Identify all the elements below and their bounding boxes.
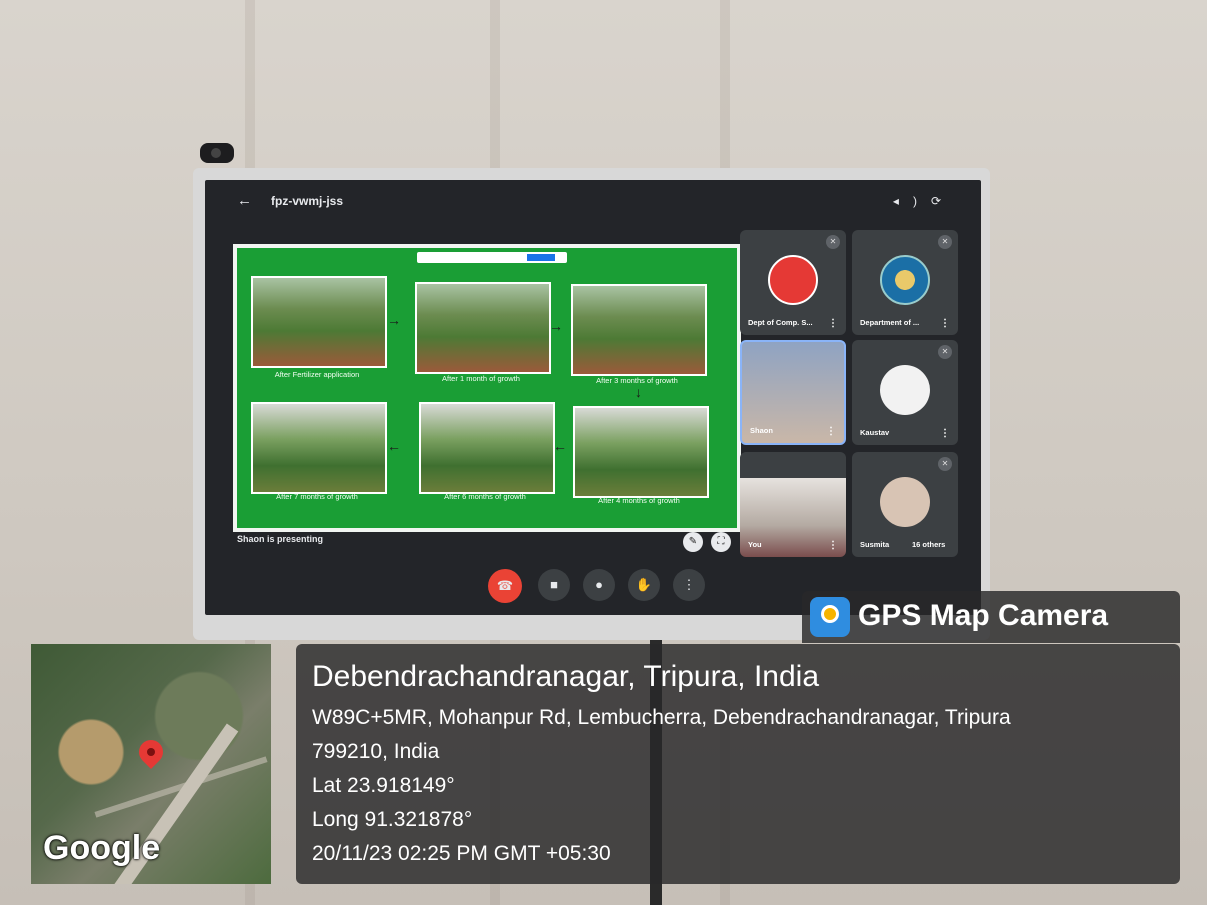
mic-off-icon: ✕	[938, 235, 952, 249]
participant-name: Susmita	[860, 540, 890, 549]
participant-name: Kaustav	[860, 428, 890, 437]
slide-caption: After Fertilizer application	[274, 370, 360, 379]
webcam	[200, 143, 234, 163]
address-line: W89C+5MR, Mohanpur Rd, Lembucherra, Debe…	[312, 706, 1011, 729]
meeting-code[interactable]: fpz-vwmj-jss	[271, 194, 343, 208]
slide-caption: After 7 months of growth	[276, 492, 358, 501]
more-options-button[interactable]: ⋮	[673, 569, 705, 601]
participant-name: Department of ...	[860, 318, 920, 327]
mic-off-icon: ✕	[826, 235, 840, 249]
slide-photo	[415, 282, 551, 374]
brand-name: GPS Map Camera	[858, 599, 1109, 632]
participant-name: Shaon	[750, 426, 773, 435]
slide-arrow: ↓	[635, 384, 642, 400]
avatar	[880, 365, 930, 415]
presenting-label: Shaon is presenting	[237, 534, 324, 544]
location-pin-icon	[134, 735, 168, 769]
place-name: Debendrachandranagar, Tripura, India	[312, 660, 820, 693]
participant-tile[interactable]: ✕ Kaustav ⋮	[852, 340, 958, 445]
more-options-icon[interactable]: ⋮	[940, 428, 950, 439]
slide-photo	[573, 406, 709, 498]
participant-name: You	[748, 540, 762, 549]
slide-arrow: ←	[553, 438, 567, 454]
slide-caption: After 6 months of growth	[444, 492, 526, 501]
meet-topbar: ← fpz-vwmj-jss ◂)⟳	[205, 190, 981, 216]
location-info-panel: Debendrachandranagar, Tripura, India W89…	[296, 644, 1180, 884]
slide-arrow: →	[549, 318, 563, 334]
timestamp: 20/11/23 02:25 PM GMT +05:30	[312, 842, 611, 865]
slide-photo	[419, 402, 555, 494]
avatar	[880, 477, 930, 527]
more-options-icon[interactable]: ⋮	[828, 318, 838, 329]
pin-icon[interactable]: ✎	[683, 532, 703, 552]
end-call-button[interactable]: ☎	[488, 569, 522, 603]
stop-sharing-button[interactable]	[527, 254, 555, 261]
avatar	[768, 255, 818, 305]
audio-and-camera-icons[interactable]: ◂)⟳	[893, 194, 955, 208]
more-options-icon[interactable]: ⋮	[826, 426, 836, 437]
more-options-icon[interactable]: ⋮	[940, 318, 950, 329]
slide-arrow: →	[387, 312, 401, 328]
slide-caption: After 1 month of growth	[442, 374, 520, 383]
screen-share-banner	[417, 252, 567, 263]
mic-off-icon: ✕	[938, 345, 952, 359]
presentation-slide: IMPACT ON ERTILIZATION → → ↓ ← ← After F…	[233, 244, 741, 532]
slide-photo	[251, 276, 387, 368]
google-logo: Google	[43, 829, 161, 867]
map-camera-icon	[810, 597, 850, 637]
slide-caption: After 3 months of growth	[596, 376, 678, 385]
longitude: Long 91.321878°	[312, 808, 473, 831]
slide-photo	[251, 402, 387, 494]
tv-screen: ← fpz-vwmj-jss ◂)⟳ IMPACT ON ERTILIZATIO…	[205, 180, 981, 615]
fullscreen-icon[interactable]: ⛶	[711, 532, 731, 552]
slide-arrow: ←	[387, 438, 401, 454]
raise-hand-button[interactable]: ✋	[628, 569, 660, 601]
latitude: Lat 23.918149°	[312, 774, 455, 797]
back-arrow-icon[interactable]: ←	[237, 192, 252, 209]
slide-photo	[571, 284, 707, 376]
slide-caption: After 4 months of growth	[598, 496, 680, 505]
microphone-button[interactable]: ●	[583, 569, 615, 601]
participant-tile[interactable]: ✕ Dept of Comp. S... ⋮	[740, 230, 846, 335]
address-line: 799210, India	[312, 740, 440, 763]
participant-name: Dept of Comp. S...	[748, 318, 813, 327]
brand-header: GPS Map Camera	[802, 591, 1180, 643]
others-count: 16 others	[912, 540, 946, 549]
more-options-icon[interactable]: ⋮	[828, 540, 838, 551]
mic-off-icon: ✕	[938, 457, 952, 471]
camera-button[interactable]: ■	[538, 569, 570, 601]
participant-tile[interactable]: Shaon ⋮	[740, 340, 846, 445]
satellite-map: Google	[31, 644, 271, 884]
avatar	[880, 255, 930, 305]
participant-tile[interactable]: You ⋮	[740, 452, 846, 557]
participant-tile[interactable]: ✕ Susmita 16 others	[852, 452, 958, 557]
participant-tile[interactable]: ✕ Department of ... ⋮	[852, 230, 958, 335]
